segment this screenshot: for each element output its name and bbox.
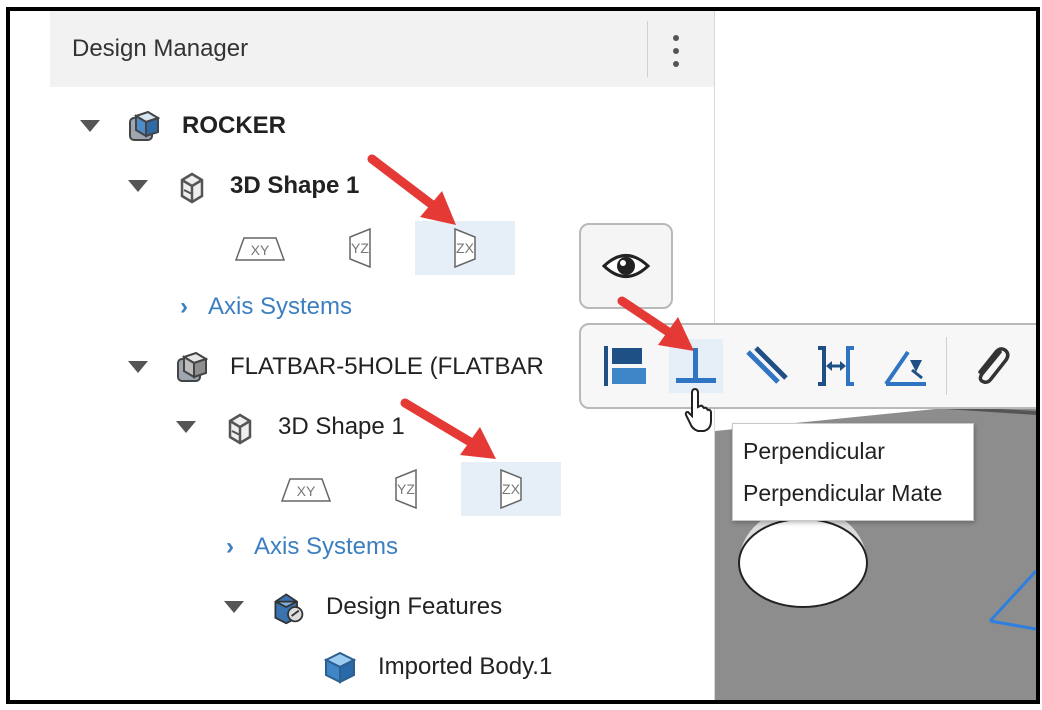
tree-node-axis-systems[interactable]: › Axis Systems [226, 527, 398, 567]
zx-plane-icon[interactable]: ZX [415, 221, 515, 275]
svg-text:ZX: ZX [502, 481, 521, 497]
svg-text:YZ: YZ [351, 240, 369, 256]
tree-node-rocker[interactable]: ROCKER [80, 106, 286, 146]
yz-plane-icon[interactable]: YZ [310, 221, 410, 275]
toolbar-separator [946, 337, 947, 395]
tree-node-label: 3D Shape 1 [230, 172, 360, 199]
header-divider [647, 21, 648, 77]
chevron-right-icon[interactable]: › [180, 293, 188, 321]
tooltip: Perpendicular Perpendicular Mate [732, 423, 974, 521]
distance-icon[interactable] [809, 339, 863, 393]
tree-node-label: Imported Body.1 [378, 653, 553, 680]
angle-icon[interactable] [879, 339, 933, 393]
reference-planes-row: XY YZ ZX [256, 462, 576, 516]
zx-plane-icon[interactable]: ZX [461, 462, 561, 516]
3d-shape-icon [174, 168, 210, 204]
xy-plane-icon[interactable]: XY [256, 462, 356, 516]
tree-node-label: FLATBAR-5HOLE (FLATBAR [230, 353, 544, 380]
expand-triangle-icon[interactable] [128, 180, 148, 192]
tooltip-title: Perpendicular [743, 438, 885, 464]
constraint-toolbar [579, 323, 1036, 409]
expand-triangle-icon[interactable] [176, 421, 196, 433]
tree-node-3d-shape-1[interactable]: 3D Shape 1 [176, 407, 405, 447]
design-features-icon [270, 589, 306, 625]
tree-node-label: Design Features [326, 593, 503, 620]
expand-triangle-icon[interactable] [128, 361, 148, 373]
panel-title: Design Manager [72, 35, 249, 62]
body-icon [322, 649, 358, 685]
kebab-menu-icon[interactable] [664, 31, 688, 71]
tree-node-axis-systems[interactable]: › Axis Systems [180, 287, 352, 327]
tree-node-label: Axis Systems [208, 293, 353, 320]
tree-node-label: Axis Systems [254, 533, 399, 560]
expand-triangle-icon[interactable] [80, 120, 100, 132]
xy-plane-icon[interactable]: XY [210, 221, 310, 275]
tree-node-label: ROCKER [182, 112, 287, 139]
3d-shape-icon [222, 409, 258, 445]
assembly-icon [174, 349, 210, 385]
align-icon[interactable] [597, 339, 651, 393]
tree-node-imported-body[interactable]: Imported Body.1 [322, 647, 552, 687]
screenshot-frame: Design Manager ROCKER 3D Shape 1 XY YZ Z… [6, 7, 1040, 704]
parallel-icon[interactable] [739, 339, 793, 393]
tree-node-label: 3D Shape 1 [278, 413, 405, 440]
attach-icon[interactable] [963, 339, 1017, 393]
reference-planes-row: XY YZ ZX [210, 221, 530, 275]
svg-text:XY: XY [251, 242, 270, 258]
perpendicular-icon[interactable] [669, 339, 723, 393]
svg-text:YZ: YZ [397, 481, 415, 497]
eye-icon [601, 254, 651, 278]
visibility-toggle-button[interactable] [579, 223, 673, 309]
tree-node-flatbar[interactable]: FLATBAR-5HOLE (FLATBAR [128, 347, 544, 387]
svg-text:ZX: ZX [456, 240, 475, 256]
tree-node-design-features[interactable]: Design Features [224, 587, 502, 627]
tree-node-3d-shape-1[interactable]: 3D Shape 1 [128, 166, 359, 206]
yz-plane-icon[interactable]: YZ [356, 462, 456, 516]
panel-header: Design Manager [50, 11, 714, 87]
chevron-right-icon[interactable]: › [226, 533, 234, 561]
assembly-icon [126, 108, 162, 144]
svg-text:XY: XY [297, 483, 316, 499]
expand-triangle-icon[interactable] [224, 601, 244, 613]
tooltip-subtitle: Perpendicular Mate [743, 480, 943, 506]
